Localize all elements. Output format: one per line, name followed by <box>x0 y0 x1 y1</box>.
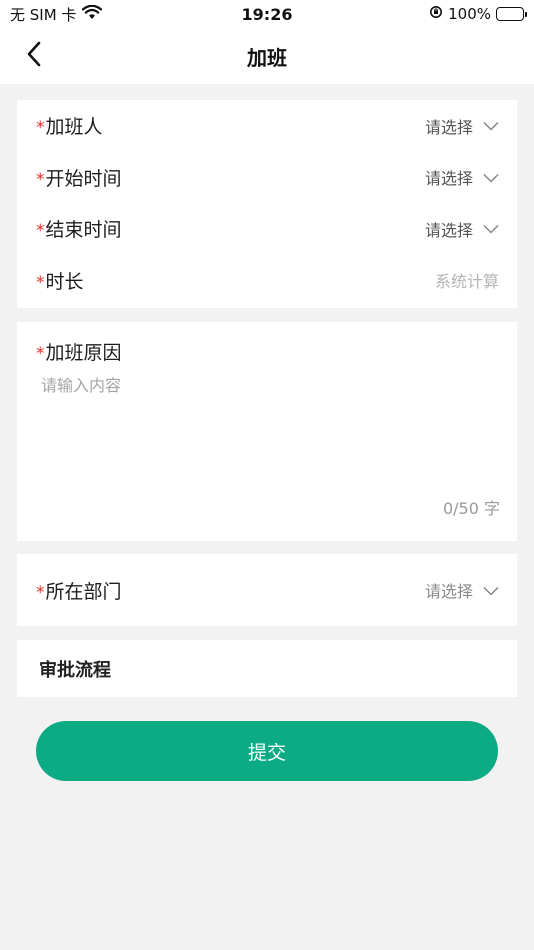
overtime-reason-card: *加班原因 0/50 字 <box>17 322 517 541</box>
field-value-department: 请选择 <box>424 582 473 601</box>
field-label-overtime-person: 加班人 <box>45 116 103 139</box>
required-mark: * <box>36 118 45 139</box>
field-row-end-time[interactable]: *结束时间 请选择 <box>17 203 517 255</box>
field-value-end-time: 请选择 <box>424 220 473 240</box>
status-bar: 无 SIM 卡 19:26 100% <box>0 0 534 28</box>
field-row-overtime-person[interactable]: *加班人 请选择 <box>17 100 517 152</box>
field-label-duration: 时长 <box>45 270 84 293</box>
field-value-duration: 系统计算 <box>434 272 499 292</box>
overtime-reason-input[interactable] <box>41 372 491 502</box>
required-mark: * <box>36 582 45 603</box>
field-row-start-time[interactable]: *开始时间 请选择 <box>17 152 517 204</box>
submit-button[interactable]: 提交 <box>36 721 498 781</box>
orientation-lock-icon <box>429 5 443 23</box>
back-button[interactable] <box>18 40 50 72</box>
battery-icon <box>496 7 527 21</box>
field-label-overtime-reason: 加班原因 <box>45 342 122 364</box>
status-bar-left: 无 SIM 卡 <box>10 4 103 25</box>
field-value-start-time: 请选择 <box>424 169 473 189</box>
chevron-down-icon <box>483 168 499 187</box>
required-mark: * <box>36 221 45 242</box>
field-row-department[interactable]: *所在部门 请选择 <box>17 554 517 626</box>
character-counter: 0/50 字 <box>442 499 500 518</box>
approval-process-title: 审批流程 <box>39 659 111 681</box>
field-value-overtime-person: 请选择 <box>424 117 473 137</box>
field-row-duration: *时长 系统计算 <box>17 255 517 307</box>
field-label-department: 所在部门 <box>45 580 122 603</box>
required-mark: * <box>36 169 45 190</box>
field-label-end-time: 结束时间 <box>45 219 122 242</box>
chevron-down-icon <box>483 581 499 600</box>
chevron-left-icon <box>26 41 42 71</box>
carrier-label: 无 SIM 卡 <box>10 5 77 24</box>
overtime-fields-card: *加班人 请选择 *开始时间 请选择 *结束时间 请选择 *时长 系统计算 <box>17 100 517 308</box>
field-label-start-time: 开始时间 <box>45 167 122 190</box>
wifi-icon <box>82 4 103 24</box>
page-title: 加班 <box>247 45 287 70</box>
department-card: *所在部门 请选择 <box>17 554 517 626</box>
chevron-down-icon <box>483 116 499 135</box>
nav-bar: 加班 <box>0 28 534 84</box>
chevron-down-icon <box>483 219 499 238</box>
approval-process-card: 审批流程 <box>17 640 517 697</box>
status-bar-right: 100% <box>429 5 527 23</box>
required-mark: * <box>36 272 45 293</box>
required-mark: * <box>36 344 45 364</box>
battery-percent: 100% <box>448 5 491 23</box>
